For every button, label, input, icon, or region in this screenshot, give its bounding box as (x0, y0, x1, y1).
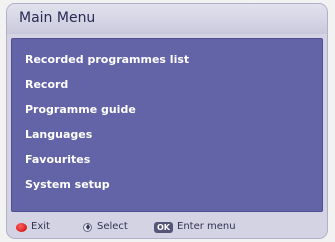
main-menu-panel: Main Menu Recorded programmes list Recor… (6, 3, 328, 239)
enter-menu-label: Enter menu (177, 221, 236, 232)
select-label: Select (97, 221, 128, 232)
exit-hint[interactable]: Exit (16, 220, 50, 234)
exit-label: Exit (31, 221, 50, 232)
select-hint: Select (83, 220, 128, 234)
ok-button-icon: OK (154, 221, 173, 233)
title-bar: Main Menu (7, 4, 327, 34)
tv-screen: Main Menu Recorded programmes list Recor… (0, 0, 335, 242)
up-down-arrows-icon (83, 222, 92, 232)
menu-item-record[interactable]: Record (25, 76, 68, 94)
menu-item-recorded-programmes-list[interactable]: Recorded programmes list (25, 51, 189, 69)
menu-item-favourites[interactable]: Favourites (25, 151, 90, 169)
menu-item-system-setup[interactable]: System setup (25, 176, 110, 194)
menu-item-languages[interactable]: Languages (25, 126, 92, 144)
key-hint-bar: Exit Select OK Enter menu (7, 214, 327, 238)
menu-list: Recorded programmes list Record Programm… (11, 38, 323, 212)
enter-menu-hint[interactable]: OK Enter menu (154, 220, 236, 234)
menu-title: Main Menu (19, 10, 96, 26)
menu-item-programme-guide[interactable]: Programme guide (25, 101, 136, 119)
red-button-icon (16, 222, 27, 232)
